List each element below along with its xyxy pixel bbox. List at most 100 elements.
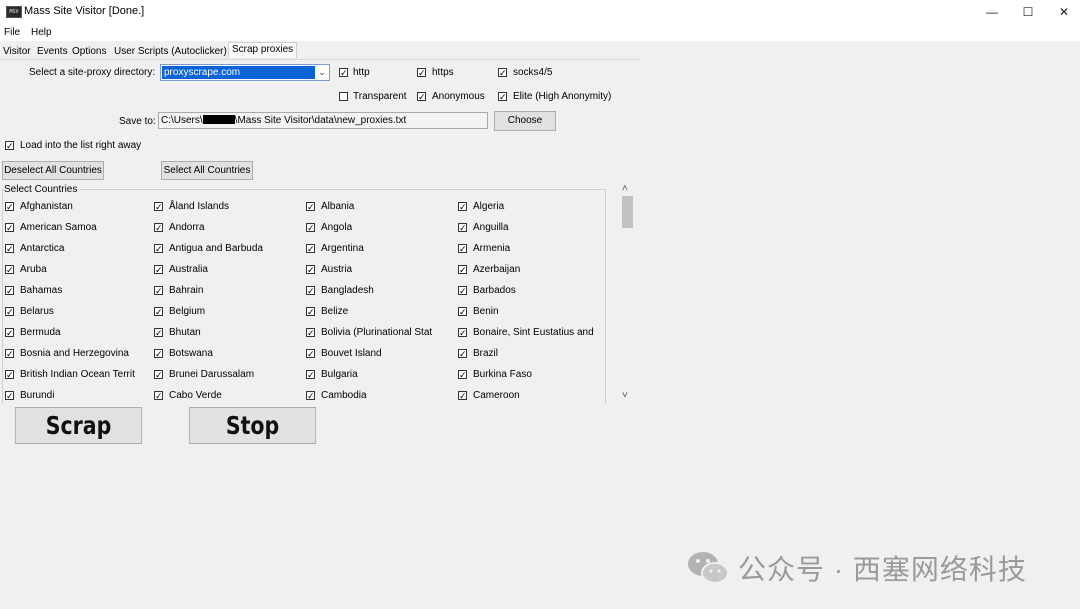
country-checkbox[interactable]: ✓ [5,265,14,275]
country-checkbox[interactable]: ✓ [154,286,163,296]
country-checkbox[interactable]: ✓ [5,349,14,359]
http-checkbox[interactable]: ✓ [339,68,348,78]
country-label: Barbados [473,285,516,296]
tab-visitor[interactable]: Visitor [3,46,31,57]
country-checkbox[interactable]: ✓ [458,349,467,359]
menu-help[interactable]: Help [31,27,52,38]
country-checkbox[interactable]: ✓ [5,223,14,233]
country-checkbox[interactable]: ✓ [154,265,163,275]
https-checkbox[interactable]: ✓ [417,68,426,78]
country-label: Belize [321,306,349,317]
country-label: Anguilla [473,222,509,233]
https-label: https [432,67,454,78]
elite-checkbox[interactable]: ✓ [498,92,507,102]
country-checkbox[interactable]: ✓ [306,202,315,212]
country-checkbox[interactable]: ✓ [154,391,163,401]
tab-divider [0,59,640,60]
country-checkbox[interactable]: ✓ [458,286,467,296]
load-into-list-label: Load into the list right away [20,140,142,151]
country-label: Bermuda [20,327,61,338]
http-label: http [353,67,370,78]
country-checkbox[interactable]: ✓ [306,349,315,359]
country-checkbox[interactable]: ✓ [458,328,467,338]
country-checkbox[interactable]: ✓ [458,202,467,212]
menu-file[interactable]: File [4,27,20,38]
scroll-up-icon[interactable]: ˄ [622,183,628,194]
proxy-directory-select[interactable]: proxyscrape.com ⌄ [160,64,330,81]
country-checkbox[interactable]: ✓ [5,244,14,254]
country-checkbox[interactable]: ✓ [458,391,467,401]
country-label: Brunei Darussalam [169,369,255,380]
scroll-thumb[interactable] [622,196,633,228]
country-checkbox[interactable]: ✓ [154,244,163,254]
anonymous-checkbox[interactable]: ✓ [417,92,426,102]
maximize-button[interactable]: ☐ [1010,0,1046,24]
country-checkbox[interactable]: ✓ [5,202,14,212]
minimize-button[interactable]: — [974,0,1010,24]
country-label: Bahamas [20,285,63,296]
scrap-button[interactable]: Scrap [14,407,143,444]
country-label: Bhutan [169,327,201,338]
deselect-all-countries-button[interactable]: Deselect All Countries [2,161,104,180]
country-label: Cambodia [321,390,367,401]
country-checkbox[interactable]: ✓ [154,223,163,233]
scroll-down-icon[interactable]: ˅ [622,390,628,401]
country-label: Bosnia and Herzegovina [20,348,129,359]
countries-group-title: Select Countries [4,184,80,195]
tab-user-scripts[interactable]: User Scripts (Autoclicker) [114,46,227,57]
country-checkbox[interactable]: ✓ [306,307,315,317]
country-label: Belgium [169,306,206,317]
country-checkbox[interactable]: ✓ [458,307,467,317]
country-checkbox[interactable]: ✓ [306,328,315,338]
watermark-text: 公众号 · 西塞网络科技 [738,554,1027,585]
country-checkbox[interactable]: ✓ [154,328,163,338]
chevron-down-icon[interactable]: ⌄ [315,65,329,80]
country-checkbox[interactable]: ✓ [154,307,163,317]
country-checkbox[interactable]: ✓ [5,286,14,296]
country-checkbox[interactable]: ✓ [306,265,315,275]
country-checkbox[interactable]: ✓ [458,265,467,275]
country-checkbox[interactable]: ✓ [154,202,163,212]
choose-button[interactable]: Choose [494,111,556,131]
save-path-suffix: \Mass Site Visitor\data\new_proxies.txt [234,115,407,126]
save-path-prefix: C:\Users\ [161,115,203,126]
window-title: Mass Site Visitor [Done.] [24,5,145,17]
country-checkbox[interactable]: ✓ [5,328,14,338]
close-button[interactable]: ✕ [1046,0,1080,24]
country-checkbox[interactable]: ✓ [458,244,467,254]
elite-label: Elite (High Anonymity) [513,91,612,102]
country-label: Cabo Verde [169,390,222,401]
country-label: Antigua and Barbuda [169,243,263,254]
country-label: Australia [169,264,208,275]
anonymous-label: Anonymous [432,91,485,102]
country-label: Azerbaijan [473,264,521,275]
country-checkbox[interactable]: ✓ [458,223,467,233]
save-path-field[interactable]: C:\Users\ \Mass Site Visitor\data\new_pro… [158,112,488,129]
country-label: Bahrain [169,285,204,296]
country-checkbox[interactable]: ✓ [306,286,315,296]
tab-options[interactable]: Options [72,46,106,57]
country-checkbox[interactable]: ✓ [154,370,163,380]
country-checkbox[interactable]: ✓ [458,370,467,380]
country-label: Åland Islands [169,201,230,212]
tab-events[interactable]: Events [37,46,68,57]
select-all-countries-button[interactable]: Select All Countries [161,161,253,180]
country-checkbox[interactable]: ✓ [306,391,315,401]
country-checkbox[interactable]: ✓ [5,307,14,317]
country-checkbox[interactable]: ✓ [306,370,315,380]
tab-scrap-proxies[interactable]: Scrap proxies [228,42,298,58]
stop-button[interactable]: Stop [188,407,317,444]
country-checkbox[interactable]: ✓ [306,244,315,254]
country-label: Antarctica [20,243,65,254]
country-checkbox[interactable]: ✓ [5,370,14,380]
socks-checkbox[interactable]: ✓ [498,68,507,78]
country-label: Bouvet Island [321,348,382,359]
load-into-list-checkbox[interactable]: ✓ [5,141,14,151]
country-checkbox[interactable]: ✓ [154,349,163,359]
country-checkbox[interactable]: ✓ [5,391,14,401]
country-label: Botswana [169,348,213,359]
country-checkbox[interactable]: ✓ [306,223,315,233]
country-label: Bolivia (Plurinational Stat [321,327,433,338]
transparent-checkbox[interactable] [339,92,348,101]
socks-label: socks4/5 [513,67,553,78]
